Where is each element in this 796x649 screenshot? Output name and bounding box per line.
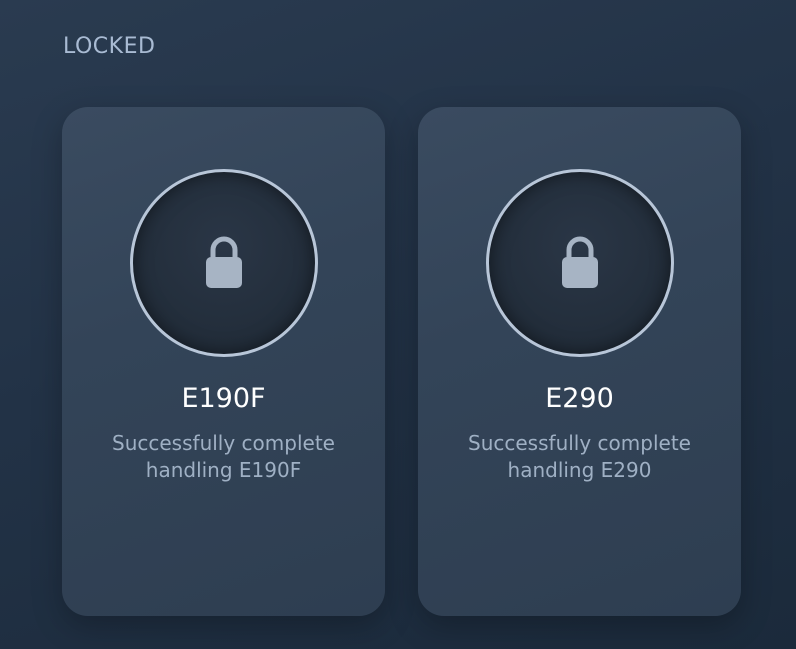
card-description-line2: handling E290 (507, 458, 652, 482)
achievement-card-e290[interactable]: E290 Successfully complete handling E290 (418, 107, 741, 616)
lock-icon (562, 236, 598, 288)
card-description-line1: Successfully complete (468, 431, 691, 455)
section-title-locked: LOCKED (63, 34, 156, 59)
lock-icon (206, 236, 242, 288)
card-description-line1: Successfully complete (112, 431, 335, 455)
lock-badge-ring (486, 169, 674, 357)
card-description-line2: handling E190F (145, 458, 302, 482)
card-description: Successfully complete handling E190F (82, 430, 365, 484)
card-title: E290 (545, 383, 614, 414)
achievement-card-e190f[interactable]: E190F Successfully complete handling E19… (62, 107, 385, 616)
lock-badge-ring (130, 169, 318, 357)
card-description: Successfully complete handling E290 (438, 430, 721, 484)
card-title: E190F (181, 383, 266, 414)
